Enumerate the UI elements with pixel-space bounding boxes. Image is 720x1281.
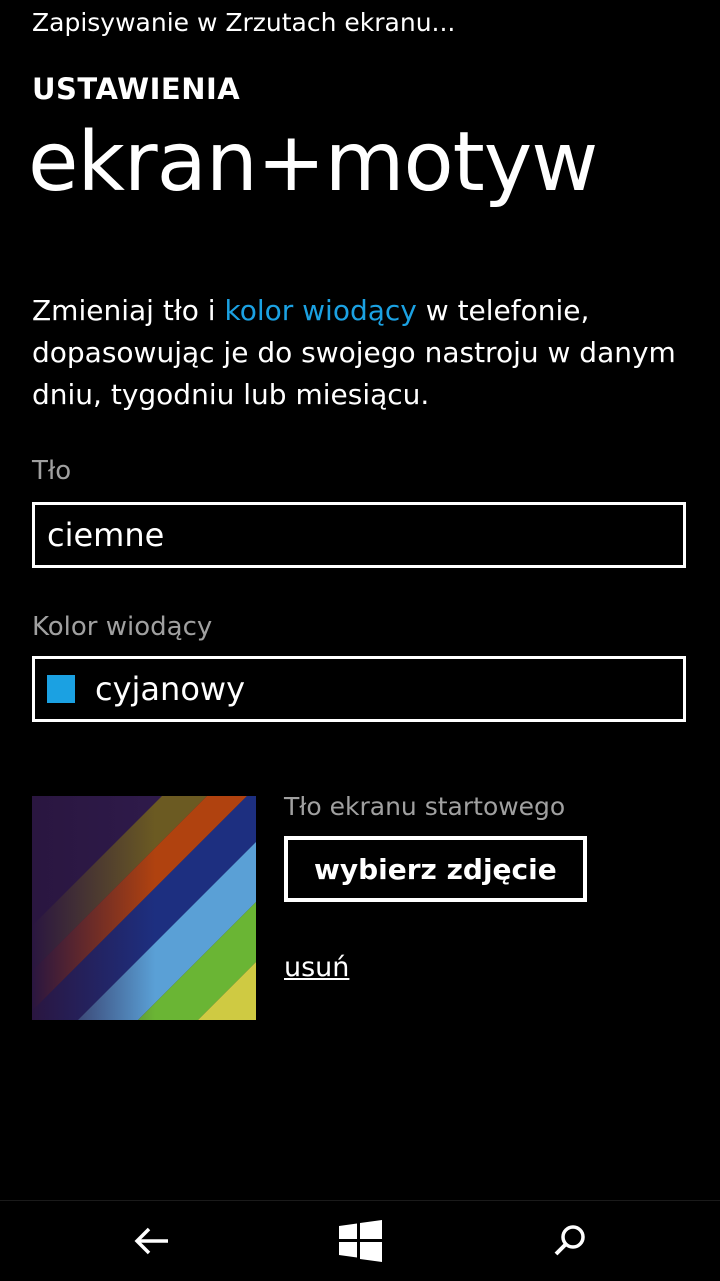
back-arrow-icon <box>134 1227 168 1255</box>
remove-link[interactable]: usuń <box>284 952 349 983</box>
description-text-start: Zmieniaj tło i <box>32 294 225 327</box>
start-background-label: Tło ekranu startowego <box>284 792 566 821</box>
search-button[interactable] <box>546 1217 594 1265</box>
back-button[interactable] <box>128 1217 176 1265</box>
section-title: USTAWIENIA <box>32 72 241 106</box>
description: Zmieniaj tło i kolor wiodący w telefonie… <box>32 290 692 416</box>
start-background-image <box>32 796 256 1020</box>
accent-color-value: cyjanowy <box>95 670 245 708</box>
navigation-bar <box>0 1200 720 1281</box>
status-bar-text: Zapisywanie w Zrzutach ekranu... <box>32 8 456 37</box>
start-button[interactable] <box>336 1217 384 1265</box>
background-picker[interactable]: ciemne <box>32 502 686 568</box>
start-background-thumbnail <box>32 796 256 1020</box>
page-title: ekran+motyw <box>28 115 598 210</box>
choose-photo-button[interactable]: wybierz zdjęcie <box>284 836 587 902</box>
accent-color-link[interactable]: kolor wiodący <box>224 294 416 327</box>
background-label: Tło <box>32 456 72 486</box>
background-value: ciemne <box>47 516 165 554</box>
accent-color-swatch <box>47 675 75 703</box>
accent-color-label: Kolor wiodący <box>32 612 213 642</box>
accent-color-picker[interactable]: cyjanowy <box>32 656 686 722</box>
search-icon <box>554 1225 585 1256</box>
windows-logo-icon <box>339 1220 382 1262</box>
